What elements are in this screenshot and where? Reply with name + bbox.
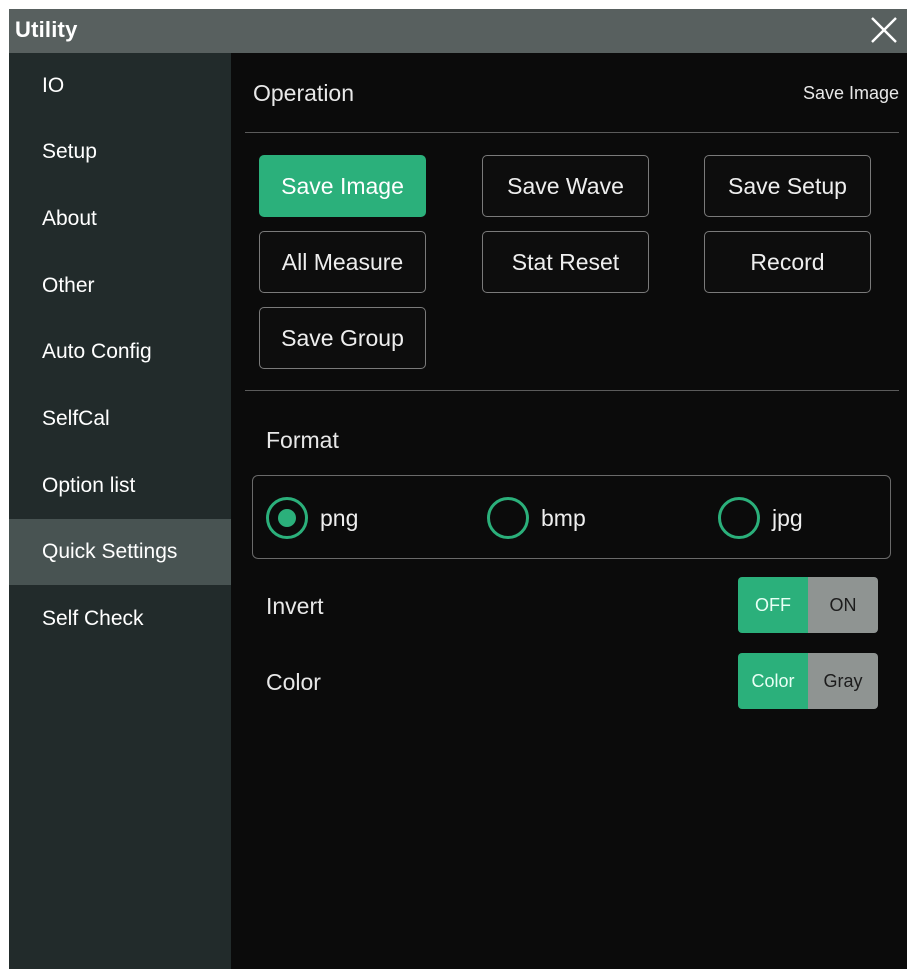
sidebar-item-label: IO <box>42 74 65 97</box>
save-image-button[interactable]: Save Image <box>259 155 426 217</box>
color-option[interactable]: Color <box>738 653 808 709</box>
radio-png[interactable]: png <box>266 497 386 539</box>
invert-toggle[interactable]: OFF ON <box>738 577 878 633</box>
utility-window: Utility IO Setup About Other Auto Config… <box>9 9 907 969</box>
divider <box>245 132 899 133</box>
radio-label: bmp <box>541 505 586 531</box>
format-radio-group: png bmp jpg <box>252 475 891 559</box>
sidebar-item-label: About <box>42 207 97 230</box>
sidebar-item-label: Auto Config <box>42 340 152 363</box>
sidebar-item-label: Quick Settings <box>42 540 178 563</box>
title-bar: Utility <box>9 9 907 53</box>
sidebar-item-about[interactable]: About <box>9 186 231 252</box>
sidebar-item-label: Self Check <box>42 607 144 630</box>
format-label: Format <box>266 427 339 453</box>
sidebar-item-setup[interactable]: Setup <box>9 119 231 185</box>
current-operation-label: Save Image <box>802 83 899 103</box>
radio-selected-icon <box>266 497 308 539</box>
window-title: Utility <box>15 17 78 42</box>
radio-label: jpg <box>772 505 803 531</box>
invert-on-option[interactable]: ON <box>808 577 878 633</box>
radio-bmp[interactable]: bmp <box>487 497 617 539</box>
color-toggle[interactable]: Color Gray <box>738 653 878 709</box>
sidebar: IO Setup About Other Auto Config SelfCal… <box>9 53 231 969</box>
sidebar-item-quick-settings[interactable]: Quick Settings <box>9 519 231 585</box>
radio-label: png <box>320 505 359 531</box>
color-label: Color <box>266 669 321 695</box>
save-setup-button[interactable]: Save Setup <box>704 155 871 217</box>
record-button[interactable]: Record <box>704 231 871 293</box>
invert-label: Invert <box>266 593 324 619</box>
save-group-button[interactable]: Save Group <box>259 307 426 369</box>
radio-unselected-icon <box>718 497 760 539</box>
sidebar-item-option-list[interactable]: Option list <box>9 453 231 519</box>
gray-option[interactable]: Gray <box>808 653 878 709</box>
sidebar-item-io[interactable]: IO <box>9 53 231 119</box>
close-button[interactable] <box>869 15 899 45</box>
sidebar-item-selfcal[interactable]: SelfCal <box>9 386 231 452</box>
stat-reset-button[interactable]: Stat Reset <box>482 231 649 293</box>
radio-jpg[interactable]: jpg <box>718 497 838 539</box>
sidebar-item-other[interactable]: Other <box>9 253 231 319</box>
sidebar-item-auto-config[interactable]: Auto Config <box>9 319 231 385</box>
sidebar-item-self-check[interactable]: Self Check <box>9 586 231 652</box>
main-panel: Operation Save Image Save Image Save Wav… <box>231 53 907 969</box>
sidebar-item-label: Other <box>42 274 95 297</box>
close-icon <box>871 17 897 43</box>
sidebar-item-label: Setup <box>42 140 97 163</box>
save-wave-button[interactable]: Save Wave <box>482 155 649 217</box>
divider <box>245 390 899 391</box>
radio-unselected-icon <box>487 497 529 539</box>
invert-off-option[interactable]: OFF <box>738 577 808 633</box>
section-title: Operation <box>253 80 355 106</box>
sidebar-item-label: SelfCal <box>42 407 110 430</box>
all-measure-button[interactable]: All Measure <box>259 231 426 293</box>
sidebar-item-label: Option list <box>42 474 136 497</box>
